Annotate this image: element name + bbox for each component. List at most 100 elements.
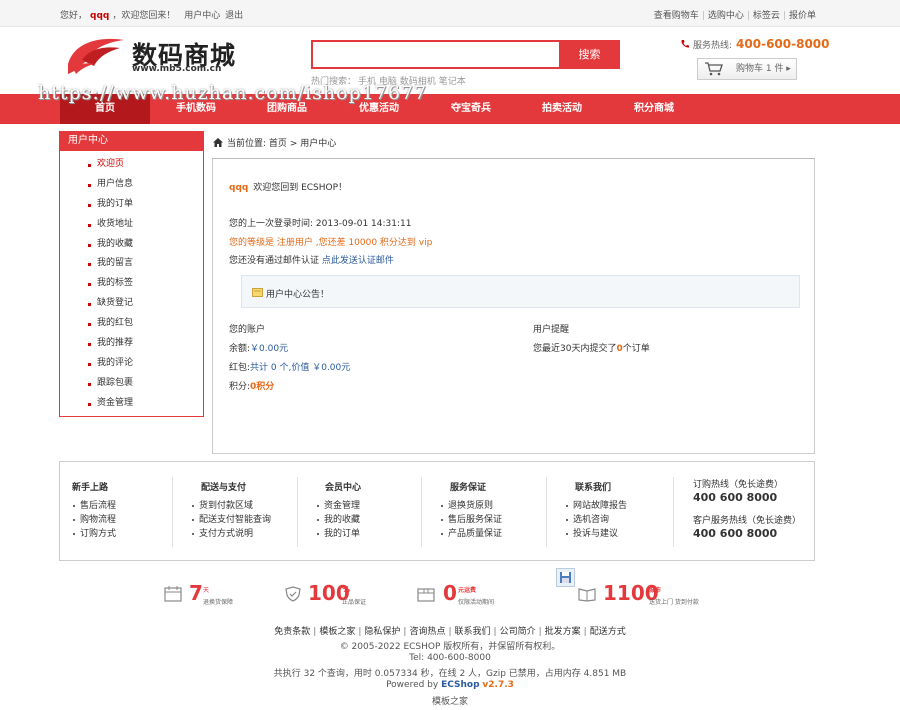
balance-value: ￥0.00元 bbox=[250, 344, 289, 354]
site-logo[interactable]: 数码商城 www.mb5.com.cn bbox=[62, 34, 252, 78]
balance-label: 余额: bbox=[229, 344, 251, 354]
ecshop-version: v2.7.3 bbox=[482, 680, 514, 690]
cart-button[interactable]: 购物车 1 件 ▸ bbox=[697, 58, 797, 80]
promise-big: 0 bbox=[443, 581, 457, 605]
template-credit: 模板之家 bbox=[431, 697, 468, 707]
send-verify-email-link[interactable]: 点此发送认证邮件 bbox=[322, 256, 394, 266]
help-link[interactable]: 资金管理 bbox=[316, 499, 360, 513]
help-column-title: 会员中心 bbox=[325, 483, 362, 493]
sidebar-item-addresses[interactable]: 收货地址 bbox=[60, 215, 203, 235]
promise-desc: 正品保证 bbox=[342, 599, 367, 606]
promise-unit: 天 bbox=[203, 587, 210, 594]
help-link[interactable]: 网站故障报告 bbox=[565, 499, 627, 513]
sidebar-item-tracking[interactable]: 跟踪包裹 bbox=[60, 374, 203, 394]
order-hotline-number: 400 600 8000 bbox=[693, 491, 778, 504]
help-link[interactable]: 售后流程 bbox=[72, 499, 116, 513]
view-cart-link[interactable]: 查看购物车 bbox=[654, 11, 699, 21]
contact-hotlines: 订购热线（免长途费） 400 600 8000 客户服务热线（免长途费） 400… bbox=[693, 477, 801, 545]
powered-label: Powered by bbox=[386, 680, 439, 690]
quote-link[interactable]: 报价单 bbox=[789, 11, 816, 21]
watermark-text: https://www.huzhan.com/ishop17677 bbox=[38, 82, 428, 104]
promise-desc: 退换货保障 bbox=[203, 599, 234, 606]
ecshop-link[interactable]: ECShop bbox=[441, 680, 479, 690]
footer-link[interactable]: 公司简介 bbox=[500, 627, 536, 637]
points-value: 0积分 bbox=[250, 382, 275, 392]
welcome-greeting: qqq 欢迎您回到 ECSHOP！ bbox=[229, 180, 347, 193]
service-hotline: 服务热线: 400-600-8000 bbox=[680, 37, 830, 51]
book-icon bbox=[578, 588, 596, 602]
logo-url: www.mb5.com.cn bbox=[132, 64, 222, 74]
breadcrumb-home[interactable]: 首页 bbox=[269, 139, 287, 149]
sidebar-item-tags[interactable]: 我的标签 bbox=[60, 274, 203, 294]
reminder-orders: 您最近30天内提交了0个订单 bbox=[533, 340, 650, 359]
breadcrumb-label: 当前位置: bbox=[227, 139, 267, 149]
help-link[interactable]: 售后服务保证 bbox=[440, 513, 502, 527]
footer-link[interactable]: 联系我们 bbox=[455, 627, 491, 637]
sidebar-item-favorites[interactable]: 我的收藏 bbox=[60, 235, 203, 255]
bonus-label: 红包: bbox=[229, 363, 251, 373]
bonus-value[interactable]: 共计 0 个,价值 ￥0.00元 bbox=[250, 363, 350, 373]
top-bar: 您好， qqq ，欢迎您回来！ 用户中心 退出 查看购物车 | 选购中心 | 标签云 | 报价单 bbox=[0, 0, 900, 27]
sidebar-item-welcome[interactable]: 欢迎页 bbox=[60, 155, 203, 175]
help-link[interactable]: 配送支付智能查询 bbox=[191, 513, 271, 527]
welcome-username: qqq bbox=[229, 183, 249, 193]
help-link[interactable]: 购物流程 bbox=[72, 513, 116, 527]
footer-tel: Tel: 400-600-8000 bbox=[409, 653, 491, 663]
promise-unit: 城市 bbox=[649, 587, 662, 594]
help-link[interactable]: 选机咨询 bbox=[565, 513, 627, 527]
shopping-center-link[interactable]: 选购中心 bbox=[708, 11, 744, 21]
user-center-sidebar: 用户中心 欢迎页 用户信息 我的订单 收货地址 我的收藏 我的留言 我的标签 缺… bbox=[59, 131, 204, 417]
footer-link[interactable]: 免责条款 bbox=[274, 627, 310, 637]
sidebar-item-bonus[interactable]: 我的红包 bbox=[60, 314, 203, 334]
phone-icon bbox=[681, 40, 689, 48]
help-link[interactable]: 支付方式说明 bbox=[191, 527, 271, 541]
query-stats: 共执行 32 个查询，用时 0.057334 秒，在线 2 人，Gzip 已禁用… bbox=[273, 669, 627, 679]
notice-icon bbox=[252, 288, 263, 297]
logout-link[interactable]: 退出 bbox=[225, 11, 243, 21]
sidebar-item-booking[interactable]: 缺货登记 bbox=[60, 294, 203, 314]
email-verify-text: 您还没有通过邮件认证 bbox=[229, 256, 320, 266]
promise-big: 7 bbox=[189, 581, 203, 605]
sidebar-item-profile[interactable]: 用户信息 bbox=[60, 175, 203, 195]
sidebar-item-affiliate[interactable]: 我的推荐 bbox=[60, 334, 203, 354]
logo-bird-icon bbox=[68, 38, 124, 74]
promise-desc: 送货上门 货到付款 bbox=[649, 599, 699, 606]
sidebar-item-funds[interactable]: 资金管理 bbox=[60, 394, 203, 414]
account-summary: 您的账户 余额:￥0.00元 红包:共计 0 个,价值 ￥0.00元 积分:0积… bbox=[229, 321, 350, 397]
search-button[interactable]: 搜索 bbox=[559, 40, 620, 69]
sidebar-item-messages[interactable]: 我的留言 bbox=[60, 254, 203, 274]
floppy-save-icon[interactable] bbox=[556, 568, 575, 587]
footer-link[interactable]: 隐私保护 bbox=[364, 627, 400, 637]
nav-item-treasure[interactable]: 夺宝奇兵 bbox=[426, 94, 516, 124]
help-link[interactable]: 投诉与建议 bbox=[565, 527, 627, 541]
help-link[interactable]: 订购方式 bbox=[72, 527, 116, 541]
last-login-time: 您的上一次登录时间: 2013-09-01 14:31:11 bbox=[229, 219, 412, 229]
nav-item-auction[interactable]: 拍卖活动 bbox=[517, 94, 607, 124]
help-link[interactable]: 我的订单 bbox=[316, 527, 360, 541]
sidebar-item-orders[interactable]: 我的订单 bbox=[60, 195, 203, 215]
footer-link[interactable]: 配送方式 bbox=[590, 627, 626, 637]
help-link[interactable]: 货到付款区域 bbox=[191, 499, 271, 513]
member-level: 您的等级是 注册用户 ,您还差 10000 积分达到 vip bbox=[229, 238, 433, 248]
cart-label: 购物车 1 件 ▸ bbox=[736, 64, 791, 74]
footer-link[interactable]: 批发方案 bbox=[545, 627, 581, 637]
help-link[interactable]: 退换货原则 bbox=[440, 499, 502, 513]
sidebar-item-comments[interactable]: 我的评论 bbox=[60, 354, 203, 374]
user-reminder: 用户提醒 您最近30天内提交了0个订单 bbox=[533, 321, 650, 359]
footer-link[interactable]: 咨询热点 bbox=[409, 627, 445, 637]
reminder-text-post: 个订单 bbox=[622, 344, 650, 354]
footer-link[interactable]: 模板之家 bbox=[319, 627, 355, 637]
welcome-bar: 您好， qqq ，欢迎您回来！ 用户中心 退出 bbox=[60, 8, 243, 21]
nav-item-points-mall[interactable]: 积分商城 bbox=[609, 94, 699, 124]
tag-cloud-link[interactable]: 标签云 bbox=[753, 11, 780, 21]
help-link[interactable]: 产品质量保证 bbox=[440, 527, 502, 541]
search-input[interactable] bbox=[311, 40, 559, 69]
top-user-center-link[interactable]: 用户中心 bbox=[184, 11, 220, 21]
hot-word[interactable]: 笔记本 bbox=[439, 77, 466, 87]
service-hotline-number: 400 600 8000 bbox=[693, 527, 778, 540]
balance-row: 余额:￥0.00元 bbox=[229, 340, 350, 359]
help-column-title: 配送与支付 bbox=[201, 483, 247, 493]
footer-links: 免责条款 | 模板之家 | 隐私保护 | 咨询热点 | 联系我们 | 公司简介 | 批发方案 | 配送方式 bbox=[274, 627, 626, 637]
help-link[interactable]: 我的收藏 bbox=[316, 513, 360, 527]
promise-desc: 仅限活动期间 bbox=[458, 599, 495, 606]
